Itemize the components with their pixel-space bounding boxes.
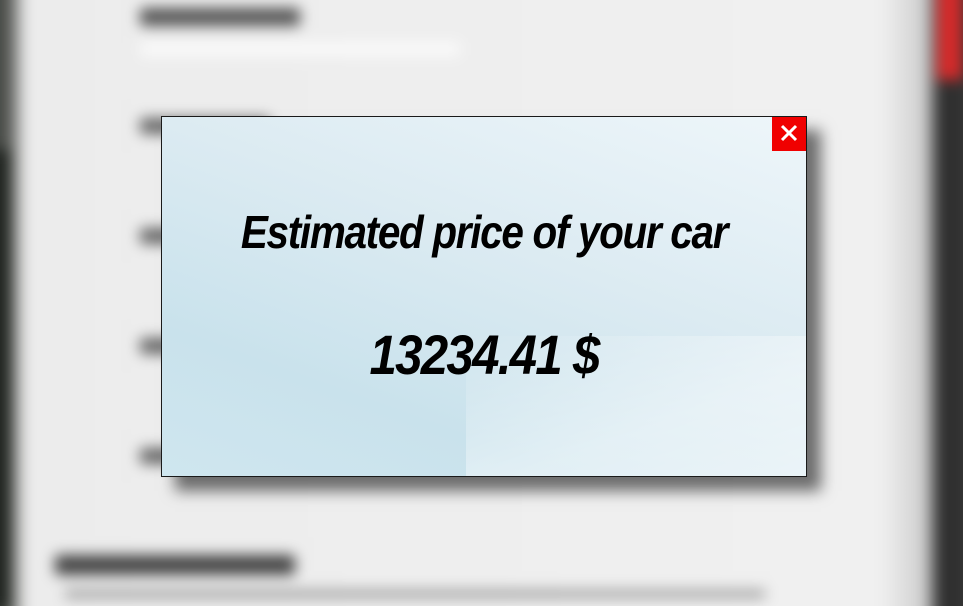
background-form-label: [140, 8, 300, 26]
estimated-price-value: 13234.41 $: [369, 323, 600, 386]
background-paragraph: [65, 590, 765, 598]
background-section-heading: [55, 555, 295, 575]
close-icon: [780, 124, 798, 145]
modal-title: Estimated price of your car: [240, 206, 729, 258]
close-button[interactable]: [772, 117, 806, 151]
background-form-field: [140, 42, 460, 56]
background-dark-edge: [0, 150, 10, 606]
background-red-accent: [937, 0, 963, 80]
estimated-price-modal: Estimated price of your car 13234.41 $: [161, 116, 807, 477]
